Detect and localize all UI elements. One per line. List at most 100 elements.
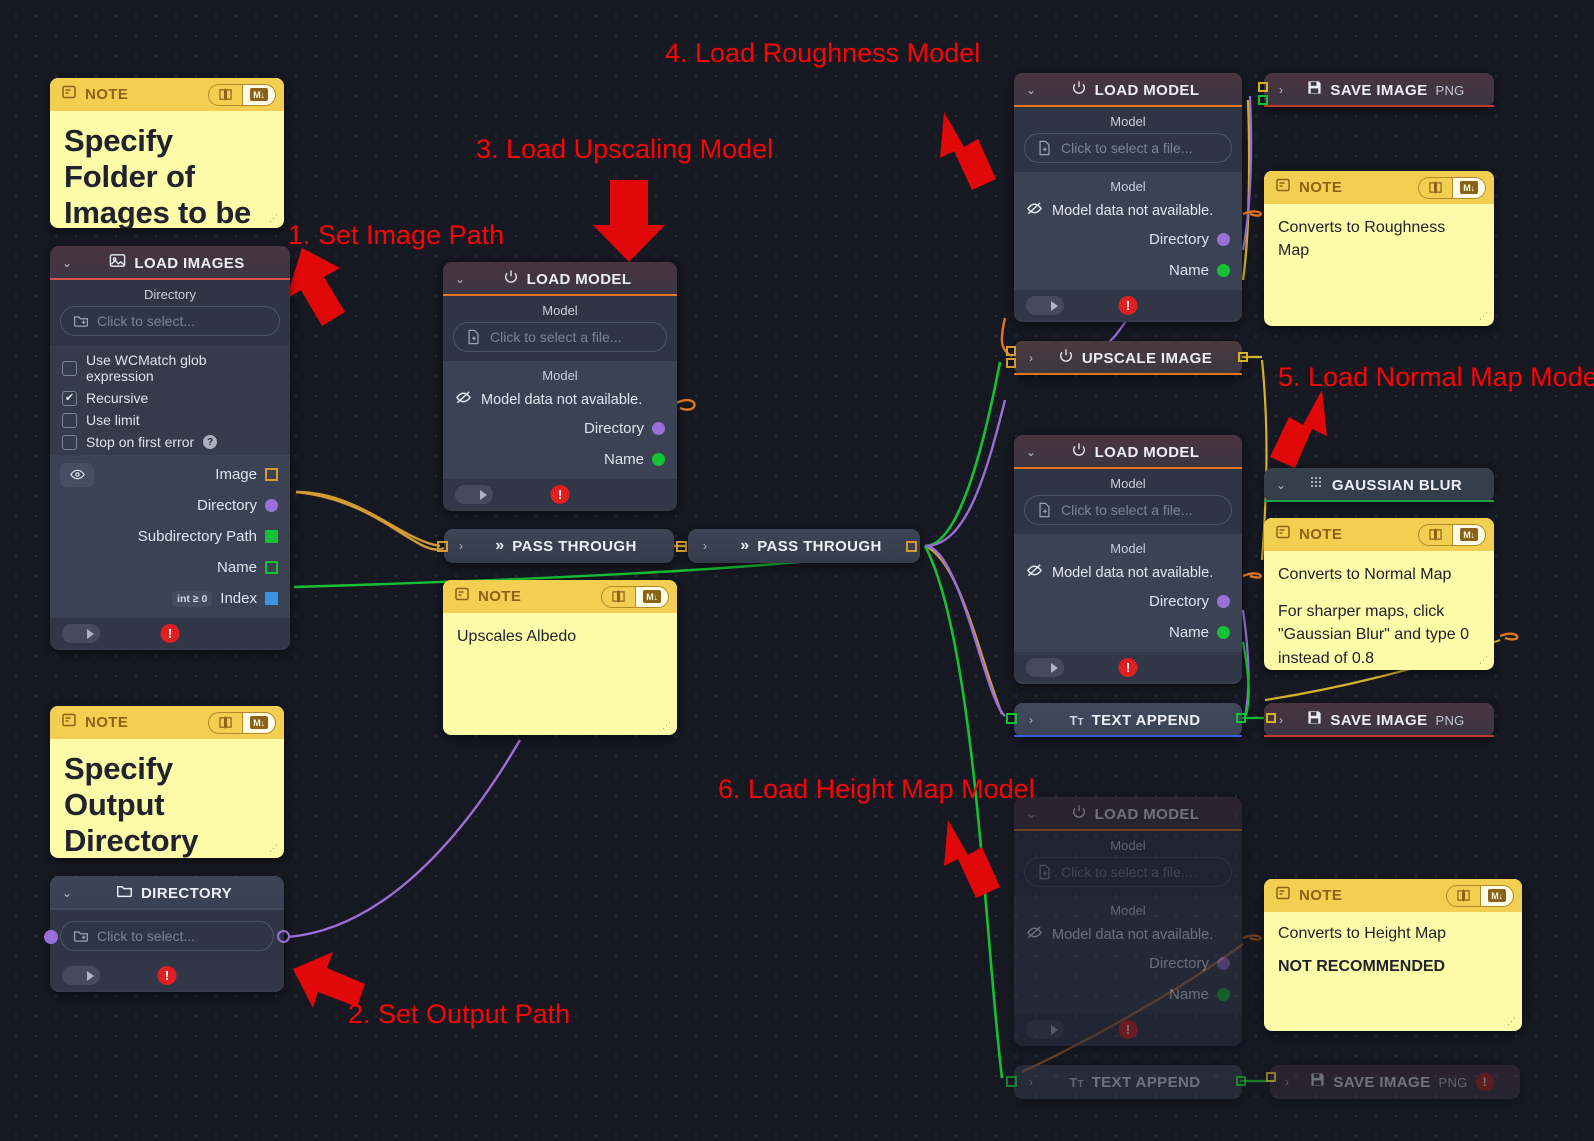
node-header[interactable]: ⌄ LOAD MODEL <box>1014 73 1242 107</box>
output-port[interactable] <box>265 561 278 574</box>
output-port[interactable] <box>1217 233 1230 246</box>
note-collapse-button[interactable] <box>208 83 242 106</box>
model-file-input[interactable]: Click to select a file... <box>1024 133 1232 163</box>
resize-grip[interactable]: ⋰ <box>269 843 279 854</box>
chevron-right-icon[interactable]: › <box>1024 1075 1038 1089</box>
directory-widget[interactable]: Click to select... <box>50 910 284 960</box>
node-directory[interactable]: ⌄ DIRECTORY Click to select... ! <box>50 876 284 992</box>
note-converts-normal[interactable]: NOTE M↓ Converts to Normal Map For sharp… <box>1264 518 1494 670</box>
output-port[interactable] <box>1217 626 1230 639</box>
output-port[interactable] <box>265 468 278 481</box>
node-text-append-1[interactable]: › TT TEXT APPEND <box>1014 703 1242 737</box>
output-directory[interactable]: Directory <box>1024 948 1232 979</box>
output-port[interactable] <box>652 453 665 466</box>
node-header[interactable]: ⌄ DIRECTORY <box>50 876 284 910</box>
note-collapse-button[interactable] <box>1418 523 1452 546</box>
note-collapse-button[interactable] <box>208 711 242 734</box>
directory-input[interactable]: Click to select... <box>60 921 274 951</box>
node-header[interactable]: › UPSCALE IMAGE <box>1014 341 1242 375</box>
chevron-down-icon[interactable]: ⌄ <box>1024 83 1038 97</box>
model-widget[interactable]: Model Click to select a file... <box>1014 107 1242 172</box>
error-badge[interactable]: ! <box>157 966 177 985</box>
model-file-input[interactable]: Click to select a file... <box>453 322 667 352</box>
note-markdown-button[interactable]: M↓ <box>1452 523 1486 546</box>
upscale-image-output-port[interactable] <box>1238 352 1248 362</box>
output-port[interactable] <box>652 422 665 435</box>
pass-through-1-output-port[interactable] <box>676 541 687 552</box>
run-toggle[interactable] <box>455 485 493 504</box>
note-markdown-button[interactable]: M↓ <box>1480 884 1514 907</box>
output-port[interactable] <box>1217 957 1230 970</box>
model-file-input[interactable]: Click to select a file... <box>1024 857 1232 887</box>
chevron-right-icon[interactable]: › <box>1280 1075 1294 1089</box>
node-load-model-normal[interactable]: ⌄ LOAD MODEL Model Click to select a fil… <box>1014 435 1242 684</box>
output-name[interactable]: Name <box>1024 979 1232 1010</box>
output-image[interactable]: Image <box>60 459 280 490</box>
node-header[interactable]: › » PASS THROUGH <box>444 529 674 563</box>
node-gaussian-blur[interactable]: ⌄ GAUSSIAN BLUR <box>1264 468 1494 502</box>
run-toggle[interactable] <box>62 966 100 985</box>
save-image-1-port-b[interactable] <box>1258 95 1268 105</box>
node-header[interactable]: › TT TEXT APPEND <box>1014 703 1242 737</box>
node-upscale-image[interactable]: › UPSCALE IMAGE <box>1014 341 1242 375</box>
preview-eye-button[interactable] <box>60 462 94 487</box>
node-graph-canvas[interactable]: 1. Set Image Path 2. Set Output Path 3. … <box>0 0 1594 1141</box>
pass-through-1-input-port[interactable] <box>437 541 448 552</box>
node-load-model-height[interactable]: ⌄ LOAD MODEL Model Click to select a fil… <box>1014 797 1242 1046</box>
note-markdown-button[interactable]: M↓ <box>242 711 276 734</box>
output-index[interactable]: int ≥ 0 Index <box>60 583 280 614</box>
resize-grip[interactable]: ⋰ <box>1479 311 1489 322</box>
node-header[interactable]: › SAVE IMAGE PNG ! <box>1270 1065 1520 1099</box>
chevron-down-icon[interactable]: ⌄ <box>1024 445 1038 459</box>
note-buttons[interactable]: M↓ <box>601 585 669 608</box>
output-directory[interactable]: Directory <box>1024 586 1232 617</box>
checkbox-recursive[interactable]: ✔ <box>62 390 77 406</box>
note-collapse-button[interactable] <box>1446 884 1480 907</box>
node-header[interactable]: › SAVE IMAGE PNG <box>1264 703 1494 737</box>
node-pass-through-1[interactable]: › » PASS THROUGH <box>444 529 674 563</box>
chevron-right-icon[interactable]: › <box>1024 713 1038 727</box>
output-directory[interactable]: Directory <box>1024 224 1232 255</box>
output-port[interactable] <box>265 499 278 512</box>
note-markdown-button[interactable]: M↓ <box>635 585 669 608</box>
node-load-model-roughness[interactable]: ⌄ LOAD MODEL Model Click to select a fil… <box>1014 73 1242 322</box>
output-name[interactable]: Name <box>1024 255 1232 286</box>
note-markdown-button[interactable]: M↓ <box>1452 176 1486 199</box>
chevron-down-icon[interactable]: ⌄ <box>1274 478 1288 492</box>
chevron-down-icon[interactable]: ⌄ <box>1024 807 1038 821</box>
note-buttons[interactable]: M↓ <box>1418 523 1486 546</box>
directory-input[interactable]: Click to select... <box>60 306 280 336</box>
output-port[interactable] <box>1217 988 1230 1001</box>
text-append-1-output-port[interactable] <box>1236 713 1246 723</box>
output-port[interactable] <box>265 592 278 605</box>
note-collapse-button[interactable] <box>601 585 635 608</box>
node-header[interactable]: ⌄ LOAD MODEL <box>1014 797 1242 831</box>
note-upscales-albedo[interactable]: NOTE M↓ Upscales Albedo ⋰ <box>443 580 677 735</box>
note-specify-folder[interactable]: NOTE M↓ Specify Folder of Images to be U… <box>50 78 284 228</box>
upscale-image-input-port-a[interactable] <box>1006 346 1016 356</box>
chevron-right-icon[interactable]: › <box>1274 713 1288 727</box>
chevron-right-icon[interactable]: › <box>1274 83 1288 97</box>
note-buttons[interactable]: M↓ <box>1418 176 1486 199</box>
run-toggle[interactable] <box>62 624 100 643</box>
model-widget[interactable]: Model Click to select a file... <box>1014 469 1242 534</box>
output-name[interactable]: Name <box>60 552 280 583</box>
upscale-image-input-port-b[interactable] <box>1006 358 1016 368</box>
output-name[interactable]: Name <box>453 444 667 475</box>
output-port[interactable] <box>1217 264 1230 277</box>
error-badge[interactable]: ! <box>550 485 570 504</box>
note-converts-height[interactable]: NOTE M↓ Converts to Height Map NOT RECOM… <box>1264 879 1522 1031</box>
save-image-2-input-port[interactable] <box>1266 713 1276 723</box>
node-save-image-2[interactable]: › SAVE IMAGE PNG <box>1264 703 1494 737</box>
note-buttons[interactable]: M↓ <box>1446 884 1514 907</box>
save-image-3-input-port[interactable] <box>1266 1072 1276 1082</box>
chevron-right-icon[interactable]: › <box>454 539 468 553</box>
resize-grip[interactable]: ⋰ <box>1507 1016 1517 1027</box>
chevron-down-icon[interactable]: ⌄ <box>453 272 467 286</box>
note-converts-roughness[interactable]: NOTE M↓ Converts to Roughness Map ⋰ <box>1264 171 1494 326</box>
model-file-input[interactable]: Click to select a file... <box>1024 495 1232 525</box>
error-badge[interactable]: ! <box>160 624 180 643</box>
resize-grip[interactable]: ⋰ <box>1479 655 1489 666</box>
node-header[interactable]: › SAVE IMAGE PNG <box>1264 73 1494 107</box>
checkbox-stop-on-error[interactable] <box>62 434 77 450</box>
